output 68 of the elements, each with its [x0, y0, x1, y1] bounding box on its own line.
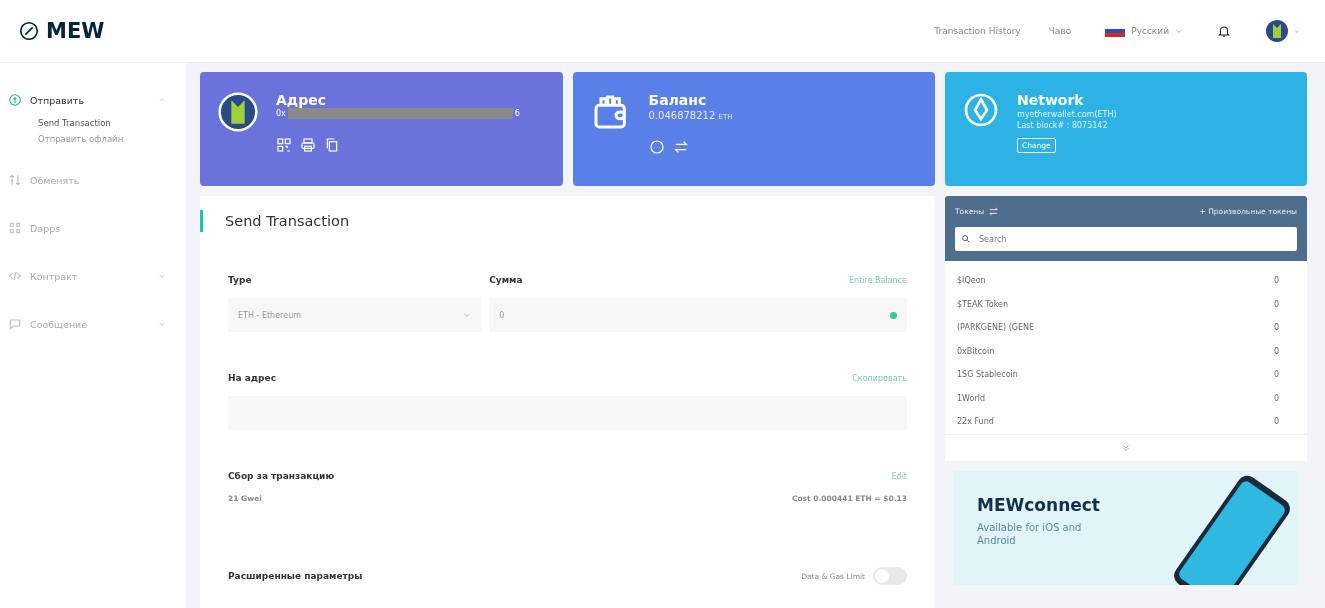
token-name: $TEAK Token	[957, 299, 1009, 309]
form-title: Send Transaction	[200, 210, 907, 232]
copy-link[interactable]: Скопировать	[852, 373, 907, 383]
token-balance: 0	[1273, 323, 1279, 333]
promo-text: Available for iOS and Android	[977, 520, 1083, 548]
bell-icon	[1217, 24, 1231, 38]
node-text: myetherwallet.com(ETH)	[1017, 110, 1117, 119]
token-balance: 0	[1273, 299, 1279, 309]
chevron-icon	[463, 311, 472, 319]
chevron-icon	[1293, 27, 1301, 35]
double-chevron-icon	[1121, 442, 1131, 453]
token-balance: 0	[1273, 417, 1279, 427]
promo-title: MEWconnect	[977, 494, 1100, 515]
globe-avatar-icon	[1265, 19, 1289, 43]
promo-banner[interactable]: MEWconnect Available for iOS and Android	[953, 470, 1299, 585]
logo-icon	[18, 20, 40, 42]
printer-icon	[300, 137, 316, 153]
header-link[interactable]: Чаво	[1048, 26, 1072, 36]
token-name: 1SG Stablecoin	[957, 370, 1018, 380]
grid-icon	[8, 221, 22, 235]
sidebar-item[interactable]: Отправить	[0, 85, 186, 115]
chat-icon	[8, 317, 22, 331]
field-label: Сумма	[489, 275, 523, 285]
address-text: 0x	[276, 109, 286, 118]
chevron-icon	[1175, 27, 1183, 35]
sidebar-item[interactable]: Dapps	[0, 213, 186, 243]
language-dropdown[interactable]: Русский	[1099, 24, 1189, 38]
code-icon	[8, 269, 22, 283]
sidebar-item[interactable]: Контракт	[0, 261, 186, 291]
globe-avatar-icon	[218, 92, 258, 132]
token-name: $IQeon	[957, 276, 986, 286]
field-label: Type	[228, 275, 252, 285]
sidebar-subitem[interactable]: Send Transaction	[0, 115, 111, 131]
swap-arrows-icon	[8, 173, 22, 187]
token-name: (PARKGENE) (GENE	[957, 323, 1035, 333]
balance-amount: 0.046878212	[648, 110, 716, 121]
more-dots-icon	[648, 139, 665, 155]
token-name: 0xBitcoin	[957, 346, 995, 356]
logo-text[interactable]: MEW	[46, 19, 105, 43]
card-title: Адрес	[276, 92, 327, 108]
amount-field[interactable]: 0	[489, 298, 907, 332]
search-field[interactable]: Search	[955, 227, 1297, 251]
last-block-text: Last block# : 8075142	[1017, 121, 1109, 130]
token-balance: 0	[1273, 393, 1279, 403]
card-title: Баланс	[648, 92, 708, 108]
field-label: Сбор за транзакцию	[228, 471, 335, 481]
token-balance: 0	[1273, 370, 1279, 380]
token-name: 22x Fund	[957, 417, 994, 427]
swap-arrows-icon	[988, 206, 1000, 217]
token-name: 1World	[957, 393, 985, 403]
address-text: 6	[514, 109, 520, 118]
token-balance: 0	[1273, 346, 1279, 356]
type-dropdown[interactable]: ETH - Ethereum	[228, 298, 482, 332]
sidebar-subitem[interactable]: Отправить офлайн	[0, 131, 124, 147]
edit-link[interactable]: Edit	[891, 471, 907, 481]
field-label: На адрес	[228, 373, 276, 383]
copy-icon	[324, 137, 340, 153]
sidebar-item[interactable]: Сообщение	[0, 309, 186, 339]
entire-balance-link[interactable]: Entire Balance	[849, 275, 907, 285]
ethereum-icon	[963, 92, 999, 128]
section-label: Расширенные параметры	[228, 571, 363, 581]
qr-code-icon	[276, 137, 292, 153]
token-balance: 0	[1273, 276, 1279, 286]
swap-arrows-icon	[672, 139, 689, 155]
search-icon	[961, 234, 971, 244]
header-link[interactable]: Transaction History	[934, 26, 1021, 36]
sidebar-item[interactable]: Обменять	[0, 165, 186, 195]
card-title: Network	[1017, 92, 1085, 108]
